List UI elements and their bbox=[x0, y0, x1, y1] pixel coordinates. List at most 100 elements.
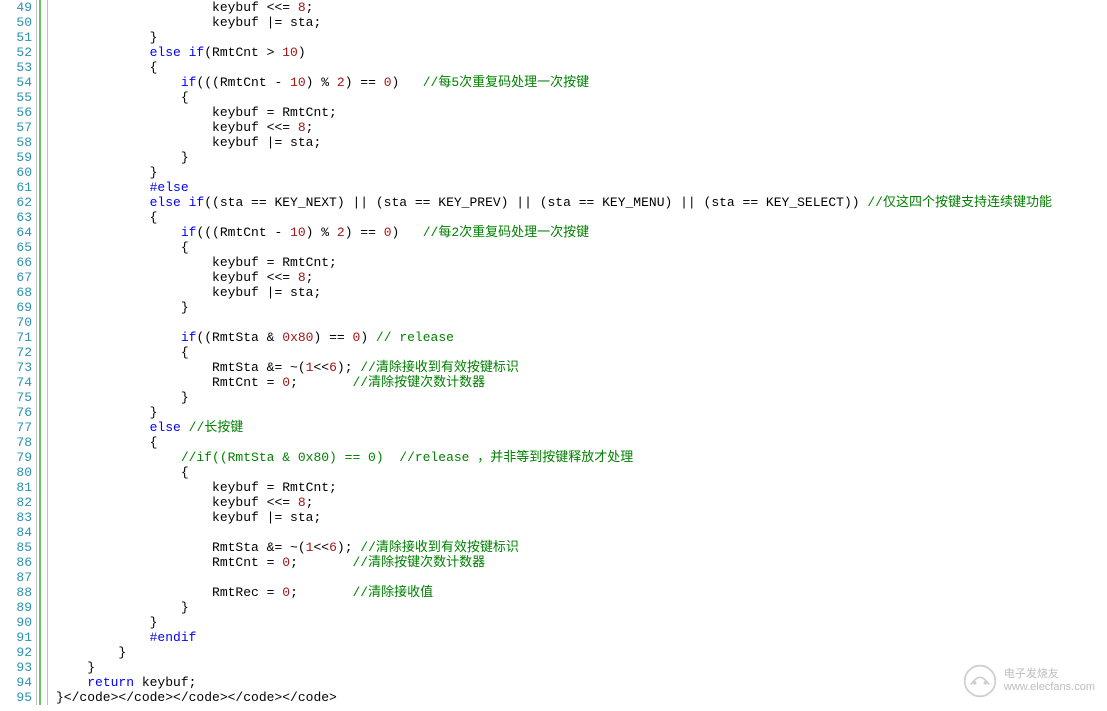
code-line: else if(RmtCnt > 10) bbox=[56, 45, 1052, 60]
token-pp: #else bbox=[150, 180, 189, 195]
line-number: 92 bbox=[0, 645, 32, 660]
line-number: 76 bbox=[0, 405, 32, 420]
line-number-gutter: 4950515253545556575859606162636465666768… bbox=[0, 0, 36, 705]
line-number: 58 bbox=[0, 135, 32, 150]
code-line: keybuf |= sta; bbox=[56, 285, 1052, 300]
token-n: 0 bbox=[282, 375, 290, 390]
code-line: #else bbox=[56, 180, 1052, 195]
line-number: 65 bbox=[0, 240, 32, 255]
token-c: //每5次重复码处理一次按键 bbox=[423, 75, 589, 90]
code-line: keybuf = RmtCnt; bbox=[56, 105, 1052, 120]
token-c: // release bbox=[376, 330, 454, 345]
code-line: RmtSta &= ~(1<<6); //清除接收到有效按键标识 bbox=[56, 540, 1052, 555]
token-pp: #endif bbox=[150, 630, 197, 645]
line-number: 72 bbox=[0, 345, 32, 360]
line-number: 82 bbox=[0, 495, 32, 510]
watermark: 电子发烧友 www.elecfans.com bbox=[962, 663, 1095, 699]
line-number: 61 bbox=[0, 180, 32, 195]
line-number: 52 bbox=[0, 45, 32, 60]
code-line: keybuf <<= 8; bbox=[56, 0, 1052, 15]
line-number: 90 bbox=[0, 615, 32, 630]
line-number: 66 bbox=[0, 255, 32, 270]
line-number: 94 bbox=[0, 675, 32, 690]
code-editor: 4950515253545556575859606162636465666768… bbox=[0, 0, 1107, 705]
code-line: keybuf |= sta; bbox=[56, 510, 1052, 525]
code-line: } bbox=[56, 645, 1052, 660]
code-line: } bbox=[56, 150, 1052, 165]
line-number: 55 bbox=[0, 90, 32, 105]
line-number: 50 bbox=[0, 15, 32, 30]
token-n: 10 bbox=[282, 45, 298, 60]
code-line: } bbox=[56, 600, 1052, 615]
code-line: return keybuf; bbox=[56, 675, 1052, 690]
token-c: //清除按键次数计数器 bbox=[352, 375, 485, 390]
code-area: keybuf <<= 8; keybuf |= sta; } else if(R… bbox=[48, 0, 1052, 705]
line-number: 67 bbox=[0, 270, 32, 285]
line-number: 63 bbox=[0, 210, 32, 225]
code-line: RmtCnt = 0; //清除按键次数计数器 bbox=[56, 555, 1052, 570]
code-line: keybuf |= sta; bbox=[56, 15, 1052, 30]
code-line: } bbox=[56, 300, 1052, 315]
line-number: 89 bbox=[0, 600, 32, 615]
line-number: 51 bbox=[0, 30, 32, 45]
token-n: 2 bbox=[337, 75, 345, 90]
line-number: 93 bbox=[0, 660, 32, 675]
line-number: 86 bbox=[0, 555, 32, 570]
line-number: 79 bbox=[0, 450, 32, 465]
token-n: 0 bbox=[384, 75, 392, 90]
line-number: 56 bbox=[0, 105, 32, 120]
line-number: 59 bbox=[0, 150, 32, 165]
watermark-title: 电子发烧友 bbox=[1004, 668, 1095, 681]
code-line: else if((sta == KEY_NEXT) || (sta == KEY… bbox=[56, 195, 1052, 210]
code-line: keybuf = RmtCnt; bbox=[56, 480, 1052, 495]
code-line: #endif bbox=[56, 630, 1052, 645]
code-line: }</code></code></code></code></code> bbox=[56, 690, 1052, 705]
code-line: keybuf |= sta; bbox=[56, 135, 1052, 150]
token-k: if bbox=[181, 225, 197, 240]
token-n: 0 bbox=[353, 330, 361, 345]
line-number: 53 bbox=[0, 60, 32, 75]
token-n: 2 bbox=[337, 225, 345, 240]
token-k: if bbox=[181, 330, 197, 345]
line-number: 57 bbox=[0, 120, 32, 135]
token-c: //清除接收值 bbox=[352, 585, 433, 600]
code-line: keybuf <<= 8; bbox=[56, 270, 1052, 285]
line-number: 54 bbox=[0, 75, 32, 90]
code-line: } bbox=[56, 30, 1052, 45]
token-k: return bbox=[87, 675, 134, 690]
token-c: //清除按键次数计数器 bbox=[352, 555, 485, 570]
token-n: 8 bbox=[298, 495, 306, 510]
token-k: else if bbox=[150, 195, 205, 210]
code-line: keybuf <<= 8; bbox=[56, 495, 1052, 510]
token-n: 0 bbox=[282, 555, 290, 570]
code-line: RmtSta &= ~(1<<6); //清除接收到有效按键标识 bbox=[56, 360, 1052, 375]
token-k: else if bbox=[150, 45, 205, 60]
token-c: //清除接收到有效按键标识 bbox=[360, 360, 519, 375]
code-line: } bbox=[56, 390, 1052, 405]
token-n: 1 bbox=[306, 360, 314, 375]
line-number: 73 bbox=[0, 360, 32, 375]
watermark-url: www.elecfans.com bbox=[1004, 681, 1095, 694]
code-line: } bbox=[56, 660, 1052, 675]
code-line: } bbox=[56, 405, 1052, 420]
code-line: RmtCnt = 0; //清除按键次数计数器 bbox=[56, 375, 1052, 390]
token-n: 8 bbox=[298, 0, 306, 15]
code-line: } bbox=[56, 165, 1052, 180]
token-k: else bbox=[150, 420, 181, 435]
code-line: { bbox=[56, 240, 1052, 255]
token-n: 6 bbox=[329, 360, 337, 375]
line-number: 70 bbox=[0, 315, 32, 330]
code-line: //if((RmtSta & 0x80) == 0) //release ，并非… bbox=[56, 450, 1052, 465]
token-n: 0 bbox=[384, 225, 392, 240]
code-line: keybuf = RmtCnt; bbox=[56, 255, 1052, 270]
line-number: 95 bbox=[0, 690, 32, 705]
code-line: if(((RmtCnt - 10) % 2) == 0) //每5次重复码处理一… bbox=[56, 75, 1052, 90]
token-c: //长按键 bbox=[189, 420, 244, 435]
fold-bracket bbox=[39, 0, 45, 705]
watermark-logo-icon bbox=[962, 663, 998, 699]
code-line: { bbox=[56, 60, 1052, 75]
line-number: 71 bbox=[0, 330, 32, 345]
code-line: { bbox=[56, 210, 1052, 225]
line-number: 62 bbox=[0, 195, 32, 210]
line-number: 81 bbox=[0, 480, 32, 495]
